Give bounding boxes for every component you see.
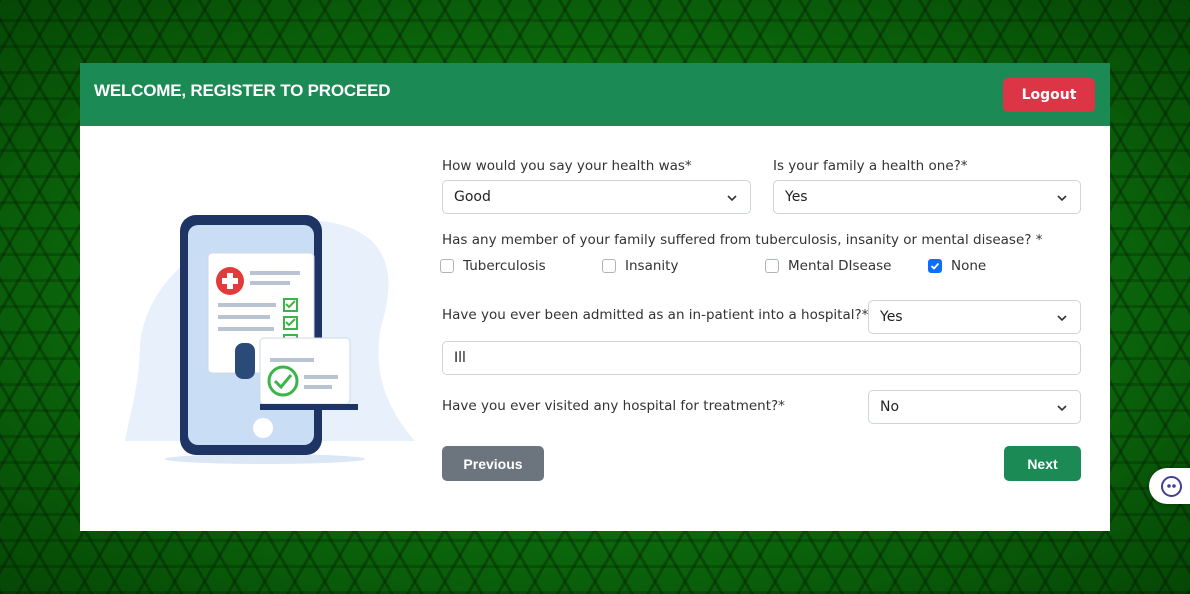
- checkbox-insanity[interactable]: Insanity: [602, 258, 678, 274]
- chat-widget-button[interactable]: [1149, 468, 1190, 504]
- family-health-value: Yes: [785, 189, 808, 205]
- checkbox-label: Insanity: [625, 258, 679, 274]
- inpatient-value: Yes: [880, 309, 903, 325]
- checkbox-label: Tuberculosis: [463, 258, 546, 274]
- medical-report-illustration: [125, 215, 415, 464]
- visited-select[interactable]: No: [868, 390, 1081, 424]
- card-header: WELCOME, REGISTER TO PROCEED Logout: [80, 63, 1110, 126]
- checkbox-box[interactable]: [928, 259, 942, 273]
- family-health-select[interactable]: Yes: [773, 180, 1081, 214]
- chevron-down-icon: [727, 195, 737, 202]
- checkbox-label: Mental DIsease: [788, 258, 892, 274]
- chat-bot-icon: [1161, 476, 1182, 497]
- checkmark-icon: [930, 262, 940, 270]
- visited-label: Have you ever visited any hospital for t…: [442, 398, 785, 414]
- health-select[interactable]: Good: [442, 180, 751, 214]
- checkbox-label: None: [951, 258, 987, 274]
- checkbox-tuberculosis[interactable]: Tuberculosis: [440, 258, 546, 274]
- checkbox-box[interactable]: [440, 259, 454, 273]
- checkbox-box[interactable]: [765, 259, 779, 273]
- checkbox-mental-disease[interactable]: Mental DIsease: [765, 258, 891, 274]
- inpatient-label: Have you ever been admitted as an in-pat…: [442, 307, 869, 323]
- checkbox-none[interactable]: None: [928, 258, 986, 274]
- inpatient-details-input[interactable]: Ill: [442, 341, 1081, 375]
- family-disease-label: Has any member of your family suffered f…: [442, 232, 1043, 248]
- logout-button[interactable]: Logout: [1003, 78, 1095, 112]
- inpatient-select[interactable]: Yes: [868, 300, 1081, 334]
- registration-card: WELCOME, REGISTER TO PROCEED Logout How …: [80, 63, 1110, 531]
- chevron-down-icon: [1057, 195, 1067, 202]
- page-title: WELCOME, REGISTER TO PROCEED: [94, 81, 391, 100]
- visited-value: No: [880, 399, 900, 415]
- checkbox-box[interactable]: [602, 259, 616, 273]
- chevron-down-icon: [1057, 405, 1067, 412]
- inpatient-details-value: Ill: [454, 350, 466, 366]
- chevron-down-icon: [1057, 315, 1067, 322]
- health-value: Good: [454, 189, 491, 205]
- previous-button[interactable]: Previous: [442, 446, 544, 481]
- family-health-label: Is your family a health one?*: [773, 158, 968, 174]
- health-label: How would you say your health was*: [442, 158, 692, 174]
- next-button[interactable]: Next: [1004, 446, 1081, 481]
